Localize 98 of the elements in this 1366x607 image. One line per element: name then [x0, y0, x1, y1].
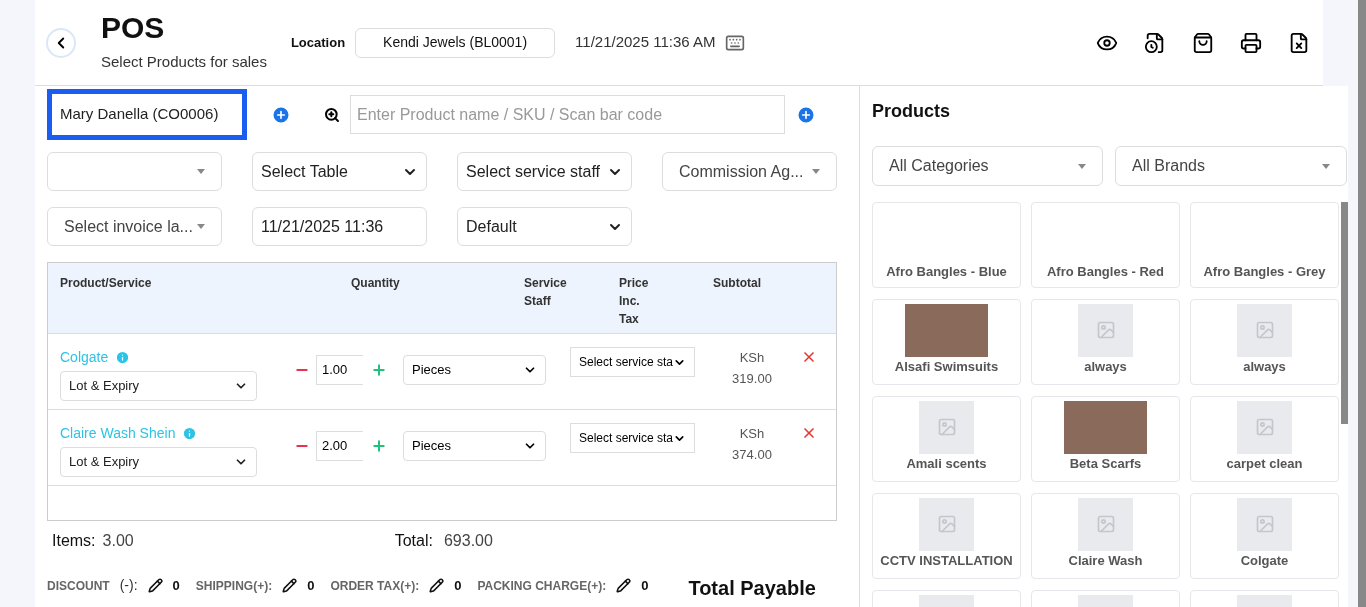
subtotal: 319.00: [732, 370, 772, 388]
service-staff-dropdown[interactable]: Select service sta: [570, 423, 695, 453]
column-header: Subtotal: [713, 275, 761, 292]
product-name: CCTV INSTALLATION: [880, 551, 1013, 570]
charge-label: ORDER TAX(+):: [330, 577, 420, 595]
dropdown[interactable]: Select service staff: [457, 152, 632, 191]
dropdown[interactable]: Select invoice la...: [47, 207, 222, 246]
document-clock-icon[interactable]: [1144, 31, 1166, 54]
caret-icon: [197, 224, 205, 229]
edit-icon[interactable]: [282, 578, 298, 593]
currency: KSh: [739, 425, 765, 443]
product-name: always: [1084, 357, 1127, 376]
category-dropdown[interactable]: All Categories: [872, 146, 1103, 186]
column-header: Service Staff: [524, 275, 568, 310]
caret-icon: [812, 169, 820, 174]
charge-value: 0: [172, 576, 180, 595]
items-count: 3.00: [102, 531, 134, 551]
service-staff-dropdown[interactable]: Select service sta: [570, 347, 695, 377]
edit-icon[interactable]: [429, 578, 445, 593]
document-x-icon[interactable]: [1288, 31, 1310, 54]
remove-icon[interactable]: [801, 425, 817, 441]
dropdown[interactable]: Default: [457, 207, 632, 246]
product-card[interactable]: always: [1190, 299, 1339, 385]
product-card[interactable]: Colgate: [1190, 493, 1339, 579]
product-name: carpet clean: [1226, 454, 1303, 473]
total-payable-label: Total Payable: [688, 576, 816, 601]
charge-label: SHIPPING(+):: [195, 577, 273, 595]
back-button[interactable]: [46, 27, 76, 58]
remove-icon[interactable]: [801, 349, 817, 365]
date-time: 11/21/2025 11:36 AM: [575, 32, 716, 53]
product-name: Afro Bangles - Red: [1047, 262, 1164, 281]
image-icon: [936, 417, 957, 438]
total-label: Total:: [394, 531, 433, 551]
quantity-field[interactable]: 2.00: [316, 431, 363, 461]
panel-title: Products: [872, 100, 951, 123]
product-card[interactable]: always: [1031, 299, 1180, 385]
product-card[interactable]: Afro Bangles - Grey: [1190, 202, 1339, 288]
edit-icon[interactable]: [147, 578, 163, 593]
image-icon: [936, 514, 957, 535]
search-icon: [324, 106, 340, 123]
image-icon: [1254, 514, 1275, 535]
column-header: Product/Service: [60, 275, 153, 292]
charge-value: 0: [307, 576, 315, 595]
unit-dropdown[interactable]: Pieces: [403, 355, 546, 385]
charge-value: 0: [641, 576, 649, 595]
product-search-field[interactable]: Enter Product name / SKU / Scan bar code: [350, 95, 785, 134]
product-name: Claire Wash: [1068, 551, 1143, 570]
brand-dropdown[interactable]: All Brands: [1115, 146, 1347, 186]
product-card[interactable]: Afro Bangles - Red: [1031, 202, 1180, 288]
plus-icon[interactable]: [371, 438, 387, 454]
caret-icon: [1322, 163, 1330, 169]
image-icon: [1254, 417, 1275, 438]
product-name: Colgate: [1240, 551, 1289, 570]
image-icon: [1254, 320, 1275, 341]
edit-icon[interactable]: [616, 578, 632, 593]
column-header: Quantity: [351, 275, 401, 292]
total-value: 693.00: [443, 531, 493, 551]
unit-dropdown[interactable]: Pieces: [403, 431, 546, 461]
lot-dropdown[interactable]: Lot & Expiry: [60, 447, 257, 477]
product-name: Afro Bangles - Blue: [886, 262, 1007, 281]
add-customer-icon[interactable]: [271, 104, 291, 125]
date-field[interactable]: 11/21/2025 11:36: [252, 207, 427, 246]
product-card[interactable]: Afro Bangles - Blue: [872, 202, 1021, 288]
product-name: Amali scents: [906, 454, 987, 473]
product-card[interactable]: Claire Wash: [1031, 493, 1180, 579]
caret-icon: [197, 169, 205, 174]
dropdown[interactable]: Select Table: [252, 152, 427, 191]
product-card[interactable]: Alsafi Swimsuits: [872, 299, 1021, 385]
plus-icon[interactable]: [371, 362, 387, 378]
lot-dropdown[interactable]: Lot & Expiry: [60, 371, 257, 401]
product-card[interactable]: CCTV INSTALLATION: [872, 493, 1021, 579]
shopping-bag-icon[interactable]: [1192, 31, 1214, 54]
page-subtitle: Select Products for sales: [101, 52, 267, 73]
image-icon: [1095, 514, 1116, 535]
product-name: always: [1243, 357, 1286, 376]
product-card[interactable]: Beta Scarfs: [1031, 396, 1180, 482]
dropdown[interactable]: Commission Ag...: [662, 152, 837, 191]
subtotal: 374.00: [732, 446, 772, 464]
product-name: Beta Scarfs: [1069, 454, 1142, 473]
page-title: POS: [101, 11, 166, 46]
quantity-field[interactable]: 1.00: [316, 355, 363, 385]
product-name: Afro Bangles - Grey: [1203, 262, 1326, 281]
charge-label: PACKING CHARGE(+):: [477, 577, 607, 595]
charge-label: DISCOUNT: [47, 577, 110, 595]
currency: KSh: [739, 349, 765, 367]
caret-icon: [1078, 163, 1086, 169]
items-label: Items:: [52, 531, 96, 551]
image-icon: [1095, 320, 1116, 341]
product-card[interactable]: Amali scents: [872, 396, 1021, 482]
column-header: Price Inc. Tax: [619, 275, 650, 328]
add-product-icon[interactable]: [796, 104, 816, 125]
location-label: Location: [290, 33, 346, 52]
customer-field[interactable]: Mary Danella (CO0006): [47, 89, 247, 140]
product-card[interactable]: carpet clean: [1190, 396, 1339, 482]
charge-value: 0: [454, 576, 462, 595]
product-name: Alsafi Swimsuits: [894, 357, 999, 376]
charge-sign: (-):: [119, 576, 138, 595]
location-field[interactable]: Kendi Jewels (BL0001): [355, 27, 556, 58]
